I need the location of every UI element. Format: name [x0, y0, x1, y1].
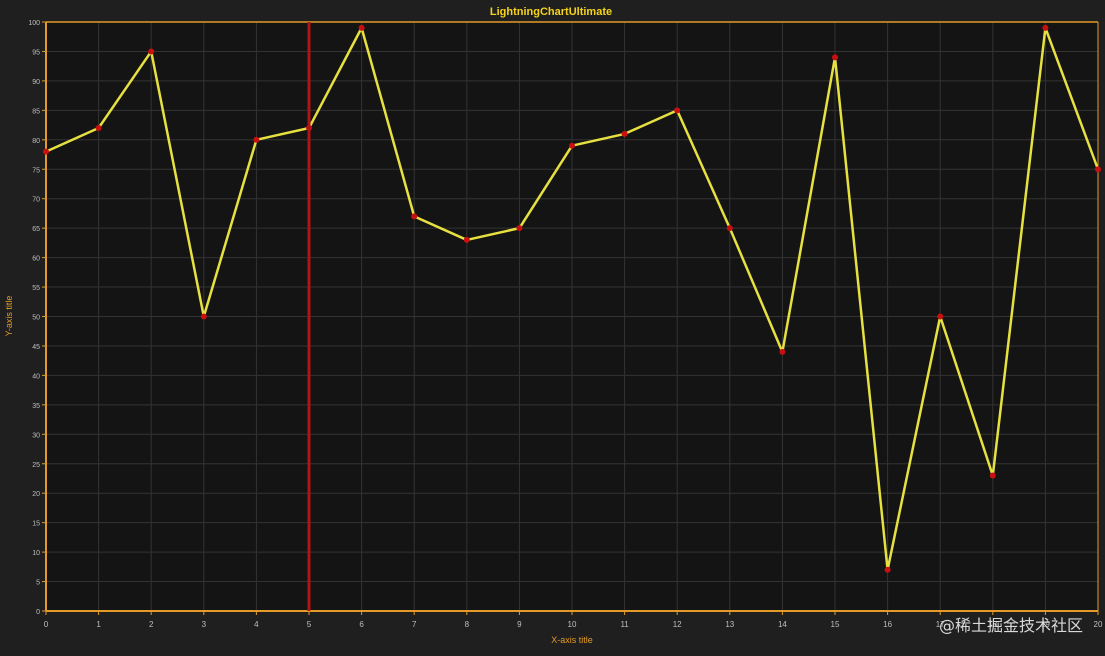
- x-tick-label: 0: [44, 620, 49, 629]
- y-tick-label: 40: [32, 373, 40, 380]
- data-point: [516, 225, 523, 232]
- x-tick-label: 6: [359, 620, 364, 629]
- y-tick-label: 100: [28, 20, 40, 27]
- x-tick-label: 1: [96, 620, 101, 629]
- y-tick-label: 25: [32, 462, 40, 469]
- data-point: [95, 125, 102, 132]
- x-tick-label: 14: [778, 620, 787, 629]
- data-point: [989, 472, 996, 479]
- data-point: [726, 225, 733, 232]
- y-tick-label: 35: [32, 403, 40, 410]
- y-tick-label: 65: [32, 226, 40, 233]
- x-tick-label: 7: [412, 620, 417, 629]
- data-point: [253, 136, 260, 143]
- data-point: [43, 148, 49, 155]
- y-tick-label: 80: [32, 138, 40, 145]
- data-point: [937, 313, 944, 320]
- y-tick-label: 90: [32, 79, 40, 86]
- x-tick-label: 2: [149, 620, 154, 629]
- y-tick-label: 95: [32, 49, 40, 56]
- data-point: [779, 348, 786, 355]
- x-tick-label: 15: [831, 620, 840, 629]
- data-point: [1042, 24, 1049, 31]
- y-tick-label: 85: [32, 108, 40, 115]
- x-axis-title: X-axis title: [551, 635, 593, 645]
- y-tick-label: 5: [36, 580, 40, 587]
- data-point: [411, 213, 418, 220]
- y-tick-label: 75: [32, 167, 40, 174]
- y-tick-label: 30: [32, 432, 40, 439]
- y-tick-label: 70: [32, 197, 40, 204]
- y-tick-label: 20: [32, 491, 40, 498]
- y-tick-label: 0: [36, 609, 40, 616]
- x-tick-label: 16: [883, 620, 892, 629]
- y-axis-title: Y-axis title: [4, 296, 14, 337]
- y-tick-label: 60: [32, 256, 40, 263]
- chart-frame: 0 5 10 15 20 25 30 35 40 45 50 55 60 65 70 75 80 85 90 95 10…: [0, 0, 1105, 656]
- data-point: [1095, 166, 1101, 173]
- data-point: [674, 107, 681, 114]
- data-point: [569, 142, 575, 149]
- y-tick-label: 15: [32, 521, 40, 528]
- data-point: [200, 313, 207, 320]
- data-point: [463, 236, 470, 243]
- x-tick-label: 11: [620, 620, 629, 629]
- x-tick-label: 3: [202, 620, 207, 629]
- x-tick-label: 4: [254, 620, 259, 629]
- x-tick-label: 5: [307, 620, 312, 629]
- y-tick-label: 50: [32, 315, 40, 322]
- x-tick-label: 9: [517, 620, 522, 629]
- y-tick-label: 45: [32, 344, 40, 351]
- chart-canvas: 0510152025303540455055606570758085909510…: [4, 6, 1103, 645]
- chart-title: LightningChartUltimate: [490, 6, 612, 18]
- x-tick-label: 10: [568, 620, 577, 629]
- watermark: @稀土掘金技术社区: [938, 616, 1083, 635]
- y-tick-label: 10: [32, 550, 40, 557]
- x-tick-label: 8: [465, 620, 470, 629]
- data-point: [884, 566, 891, 573]
- x-tick-label: 12: [673, 620, 682, 629]
- data-point: [358, 24, 365, 31]
- y-tick-label: 55: [32, 285, 40, 292]
- data-point: [148, 48, 155, 55]
- data-point: [621, 130, 628, 137]
- x-tick-label: 13: [725, 620, 734, 629]
- x-tick-label: 20: [1094, 620, 1103, 629]
- data-point: [832, 54, 838, 61]
